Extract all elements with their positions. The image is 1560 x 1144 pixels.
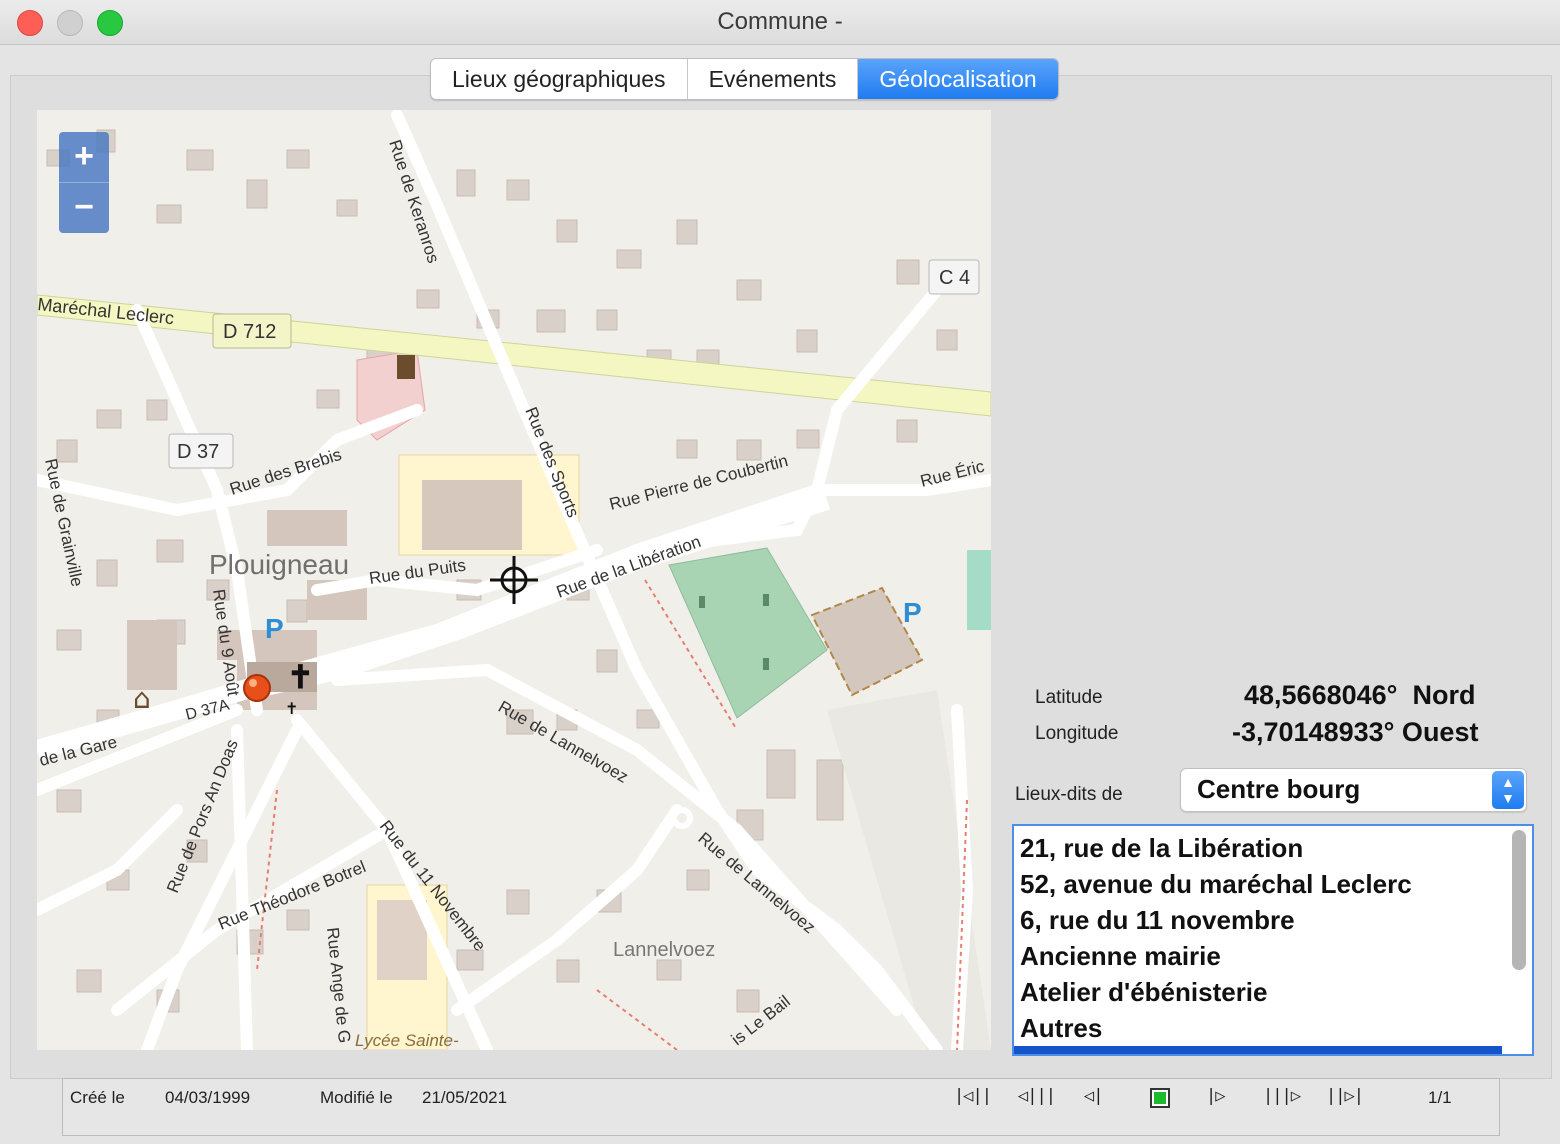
zoom-out-button[interactable]: − xyxy=(59,183,109,233)
window-title: Commune - xyxy=(717,8,843,35)
police-icon xyxy=(397,355,415,379)
current-record-icon[interactable] xyxy=(1150,1088,1170,1108)
parking-icon: P xyxy=(265,613,284,644)
shield-d712: D 712 xyxy=(223,321,276,343)
tab-bar: Lieux géographiques Evénements Géolocali… xyxy=(430,58,1059,100)
list-item[interactable]: 52, avenue du maréchal Leclerc xyxy=(1020,866,1510,902)
museum-icon: ⌂ xyxy=(133,682,151,715)
record-counter: 1/1 xyxy=(1428,1088,1452,1107)
longitude-value: -3,70148933° Ouest xyxy=(1232,717,1479,747)
label-lannelvoez-place: Lannelvoez xyxy=(613,939,715,961)
title-bar: Commune - xyxy=(0,0,1560,45)
chevron-updown-icon: ▲ ▼ xyxy=(1492,771,1524,809)
previous-page-button[interactable]: ◁||| xyxy=(1018,1086,1056,1106)
lieux-dits-select[interactable]: Centre bourg ▲ ▼ xyxy=(1180,768,1527,812)
previous-record-button[interactable]: ◁| xyxy=(1084,1086,1104,1106)
label-grainville: Rue de Grainville xyxy=(41,457,87,589)
green-field xyxy=(967,550,991,630)
label-marechal: Maréchal Leclerc xyxy=(37,294,175,328)
small-cross-icon: ✝ xyxy=(285,701,298,718)
next-page-button[interactable]: |||▷ xyxy=(1263,1086,1301,1106)
shield-c4: C 4 xyxy=(939,267,970,289)
next-record-button[interactable]: |▷ xyxy=(1206,1086,1226,1106)
list-item[interactable]: 6, rue du 11 novembre xyxy=(1020,902,1510,938)
cemetery xyxy=(668,547,828,719)
tab-geolocalisation[interactable]: Géolocalisation xyxy=(858,59,1058,99)
label-lycee: Lycée Sainte- xyxy=(355,1031,459,1050)
tab-lieux-geographiques[interactable]: Lieux géographiques xyxy=(431,59,688,99)
map-view[interactable]: ✝ ✝ ⌂ P P Maréchal Leclerc Rue de Keranr… xyxy=(37,110,991,1050)
zoom-control: + − xyxy=(59,132,109,233)
list-item[interactable]: Atelier d'ébénisterie xyxy=(1020,974,1510,1010)
map-canvas: ✝ ✝ ⌂ P P Maréchal Leclerc Rue de Keranr… xyxy=(37,110,991,1050)
selection-highlight xyxy=(1014,1046,1502,1054)
lieux-dits-list[interactable]: 21, rue de la Libération 52, avenue du m… xyxy=(1012,824,1534,1056)
list-item[interactable]: Autres xyxy=(1020,1010,1510,1046)
commune-window: Commune - Lieux géographiques Evénements… xyxy=(0,0,1560,1144)
last-record-button[interactable]: ||▷| xyxy=(1326,1086,1364,1106)
school-building xyxy=(422,480,522,550)
lieux-dits-label: Lieux-dits de xyxy=(1015,784,1123,805)
list-item[interactable]: 21, rue de la Libération xyxy=(1020,830,1510,866)
shield-d37: D 37 xyxy=(177,441,219,463)
marker-highlight xyxy=(249,679,257,687)
roundabout xyxy=(671,807,693,829)
created-date: 04/03/1999 xyxy=(165,1088,251,1107)
zoom-in-button[interactable]: + xyxy=(59,132,109,183)
church-icon: ✝ xyxy=(287,659,314,695)
location-marker[interactable] xyxy=(243,674,271,702)
list-scrollbar[interactable] xyxy=(1512,830,1526,970)
list-item[interactable]: Ancienne mairie xyxy=(1020,938,1510,974)
created-label: Créé le xyxy=(70,1088,125,1107)
tab-evenements[interactable]: Evénements xyxy=(688,59,859,99)
modified-label: Modifié le xyxy=(320,1088,393,1107)
modified-date: 21/05/2021 xyxy=(422,1088,508,1107)
label-plouigneau: Plouigneau xyxy=(209,549,349,580)
first-record-button[interactable]: |◁|| xyxy=(954,1086,992,1106)
longitude-label: Longitude xyxy=(1035,723,1119,744)
latitude-label: Latitude xyxy=(1035,687,1103,708)
label-angede: Rue Ange de G xyxy=(323,926,354,1044)
parking-icon: P xyxy=(903,597,922,628)
lieux-dits-selected: Centre bourg xyxy=(1197,774,1361,804)
latitude-value: 48,5668046° Nord xyxy=(1244,680,1476,710)
